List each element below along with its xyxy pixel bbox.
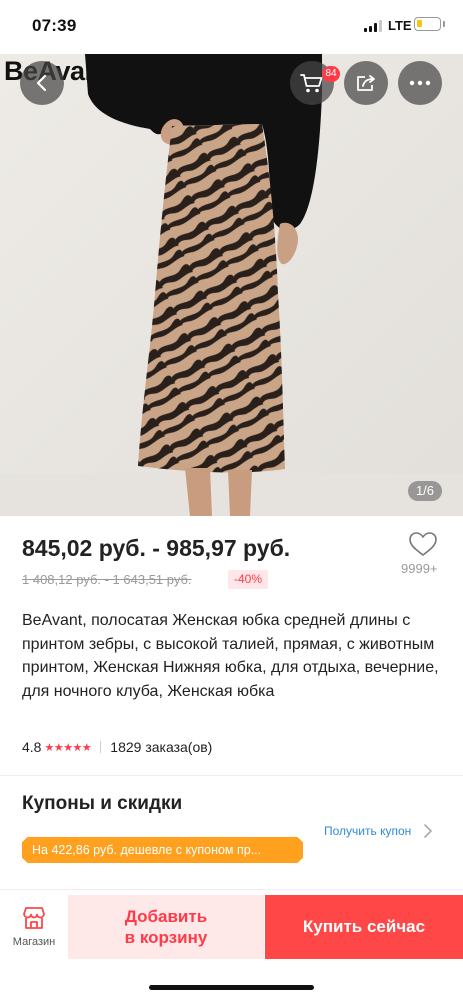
get-coupon-link[interactable]: Получить купон xyxy=(324,824,433,838)
status-bar: 07:39 LTE xyxy=(0,0,463,54)
rating-row: 4.8 ★★★★★ 1829 заказа(ов) xyxy=(22,737,212,757)
back-button[interactable] xyxy=(20,61,64,105)
store-icon xyxy=(23,907,45,929)
add-to-cart-label: Добавить в корзину xyxy=(125,906,208,948)
more-button[interactable] xyxy=(398,61,442,105)
price-range: 845,02 руб. - 985,97 руб. xyxy=(22,535,291,561)
wishlist-button[interactable] xyxy=(405,530,441,558)
product-image-carousel[interactable]: BeAvant 84 1/6 xyxy=(0,54,463,516)
chevron-left-icon xyxy=(36,74,47,92)
wishlist-count: 9999+ xyxy=(401,561,438,576)
section-separator xyxy=(0,775,463,776)
cart-count-badge: 84 xyxy=(322,66,340,82)
store-button[interactable]: Магазин xyxy=(0,895,68,961)
signal-icon xyxy=(364,20,384,32)
share-button[interactable] xyxy=(344,61,388,105)
add-to-cart-line1: Добавить xyxy=(124,907,208,926)
add-to-cart-button[interactable]: Добавить в корзину xyxy=(68,895,264,959)
discount-badge: -40% xyxy=(228,570,269,589)
rating-value: 4.8 xyxy=(22,739,42,755)
store-label: Магазин xyxy=(12,936,56,948)
image-counter: 1/6 xyxy=(408,481,442,501)
coupon-banner[interactable]: На 422,86 руб. дешевле с купоном пр... xyxy=(22,837,303,863)
add-to-cart-line2: в корзину xyxy=(124,928,208,947)
chevron-right-icon xyxy=(424,824,433,838)
buy-now-label: Купить сейчас xyxy=(302,917,426,936)
product-photo xyxy=(0,54,463,516)
status-time: 07:39 xyxy=(32,16,77,35)
battery-tip xyxy=(443,21,445,27)
share-icon xyxy=(357,75,375,91)
heart-icon xyxy=(409,532,437,556)
orders-count: 1829 заказа(ов) xyxy=(110,739,213,755)
star-icon: ★★★★★ xyxy=(44,741,92,754)
battery-icon xyxy=(414,17,441,31)
bottom-action-bar: Магазин Добавить в корзину Купить сейчас xyxy=(0,889,463,1000)
product-title: BeAvant, полосатая Женская юбка средней … xyxy=(22,612,439,700)
buy-now-button[interactable]: Купить сейчас xyxy=(265,895,463,959)
old-price-range: 1 408,12 руб. - 1 643,51 руб. xyxy=(22,572,192,587)
cart-icon xyxy=(300,74,323,93)
more-icon xyxy=(409,80,431,86)
coupons-section-title: Купоны и скидки xyxy=(22,793,183,814)
network-type: LTE xyxy=(388,18,412,33)
divider xyxy=(100,741,102,753)
get-coupon-label: Получить купон xyxy=(324,824,412,838)
home-indicator[interactable] xyxy=(149,985,314,990)
